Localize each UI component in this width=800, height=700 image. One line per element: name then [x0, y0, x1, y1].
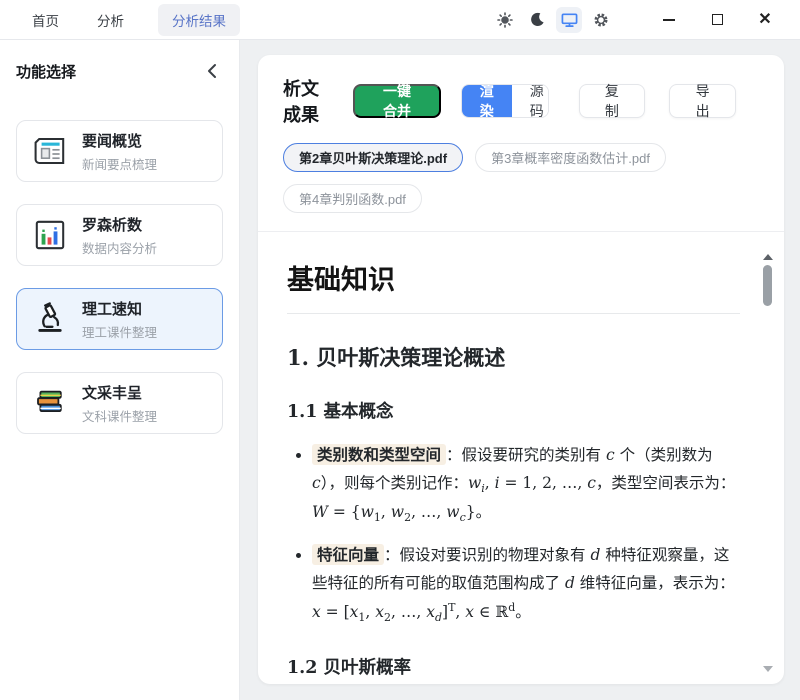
scroll-up-icon[interactable] [763, 254, 773, 260]
tab-home[interactable]: 首页 [28, 4, 63, 36]
maximize-icon[interactable] [702, 7, 732, 33]
toggle-source[interactable]: 源码 [512, 85, 549, 117]
gear-icon[interactable] [588, 7, 614, 33]
file-chip[interactable]: 第4章判别函数.pdf [283, 184, 422, 213]
tab-analysis[interactable]: 分析 [93, 4, 128, 36]
doc-title: 基础知识 [287, 258, 740, 314]
merge-button[interactable]: 一键合并 [353, 84, 441, 118]
main-content: 析文成果 一键合并 渲染 源码 复制 导出 第2章贝叶斯决策理论.pdf 第3章… [240, 40, 800, 700]
sidebar-item-stem-notes[interactable]: 理工速知 理工课件整理 [16, 288, 223, 350]
sidebar-item-subtitle: 数据内容分析 [82, 238, 157, 257]
sidebar: 功能选择 要闻概览 新闻要点梳理 [0, 40, 240, 700]
highlighted-term: 类别数和类型空间 [312, 444, 446, 465]
sidebar-item-news-overview[interactable]: 要闻概览 新闻要点梳理 [16, 120, 223, 182]
results-header: 析文成果 一键合并 渲染 源码 复制 导出 [258, 55, 784, 127]
results-card: 析文成果 一键合并 渲染 源码 复制 导出 第2章贝叶斯决策理论.pdf 第3章… [258, 55, 784, 684]
sidebar-title: 功能选择 [16, 61, 76, 82]
sun-icon[interactable] [492, 7, 518, 33]
scrollbar[interactable] [762, 254, 774, 674]
view-toggle: 渲染 源码 [461, 84, 549, 118]
titlebar-right: ✕ [486, 7, 800, 33]
monitor-icon[interactable] [556, 7, 582, 33]
books-icon [32, 386, 68, 420]
app-window: 首页 分析 分析结果 [0, 0, 800, 700]
copy-button[interactable]: 复制 [579, 84, 646, 118]
list-item: 类别数和类型空间：假设要研究的类别有 c 个（类别数为 c），则每个类别记作：w… [312, 441, 740, 528]
scrollbar-thumb[interactable] [763, 265, 772, 306]
sidebar-item-liberal-arts[interactable]: 文采丰呈 文科课件整理 [16, 372, 223, 434]
document-view[interactable]: 基础知识 1. 贝叶斯决策理论概述 1.1 基本概念 类别数和类型空间：假设要研… [258, 232, 784, 684]
window-controls: ✕ [636, 7, 780, 33]
sidebar-item-title: 文采丰呈 [82, 382, 157, 403]
sidebar-item-subtitle: 新闻要点梳理 [82, 154, 157, 173]
sidebar-header: 功能选择 [16, 60, 223, 82]
highlighted-term: 特征向量 [312, 544, 384, 565]
nav-tabs: 首页 分析 分析结果 [0, 4, 240, 36]
sidebar-item-title: 理工速知 [82, 298, 157, 319]
sidebar-item-title: 罗森析数 [82, 214, 157, 235]
file-chips: 第2章贝叶斯决策理论.pdf 第3章概率密度函数估计.pdf 第4章判别函数.p… [258, 127, 778, 231]
tab-analysis-results[interactable]: 分析结果 [158, 4, 240, 36]
doc-subsection: 1.1 基本概念 [287, 398, 740, 423]
list-item: 特征向量：假设对要识别的物理对象有 d 种特征观察量，这些特征的所有可能的取值范… [312, 541, 740, 628]
sidebar-item-subtitle: 文科课件整理 [82, 406, 157, 425]
export-button[interactable]: 导出 [669, 84, 736, 118]
doc-section: 1. 贝叶斯决策理论概述 [287, 342, 740, 372]
toggle-render[interactable]: 渲染 [462, 85, 512, 117]
scroll-down-icon[interactable] [763, 666, 773, 672]
close-icon[interactable]: ✕ [750, 7, 780, 33]
moon-icon[interactable] [524, 7, 550, 33]
sidebar-item-data-analysis[interactable]: 罗森析数 数据内容分析 [16, 204, 223, 266]
minimize-icon[interactable] [654, 7, 684, 33]
doc-subsection: 1.2 贝叶斯概率 [287, 654, 740, 679]
file-chip[interactable]: 第3章概率密度函数估计.pdf [475, 143, 666, 172]
file-chip[interactable]: 第2章贝叶斯决策理论.pdf [283, 143, 463, 172]
page-title: 析文成果 [283, 75, 331, 127]
doc-list: 类别数和类型空间：假设要研究的类别有 c 个（类别数为 c），则每个类别记作：w… [287, 441, 740, 628]
newspaper-icon [32, 134, 68, 168]
titlebar: 首页 分析 分析结果 [0, 0, 800, 40]
sidebar-item-title: 要闻概览 [82, 130, 157, 151]
chevron-left-icon[interactable] [201, 60, 223, 82]
sidebar-item-subtitle: 理工课件整理 [82, 322, 157, 341]
microscope-icon [32, 302, 68, 336]
bar-chart-icon [32, 218, 68, 252]
